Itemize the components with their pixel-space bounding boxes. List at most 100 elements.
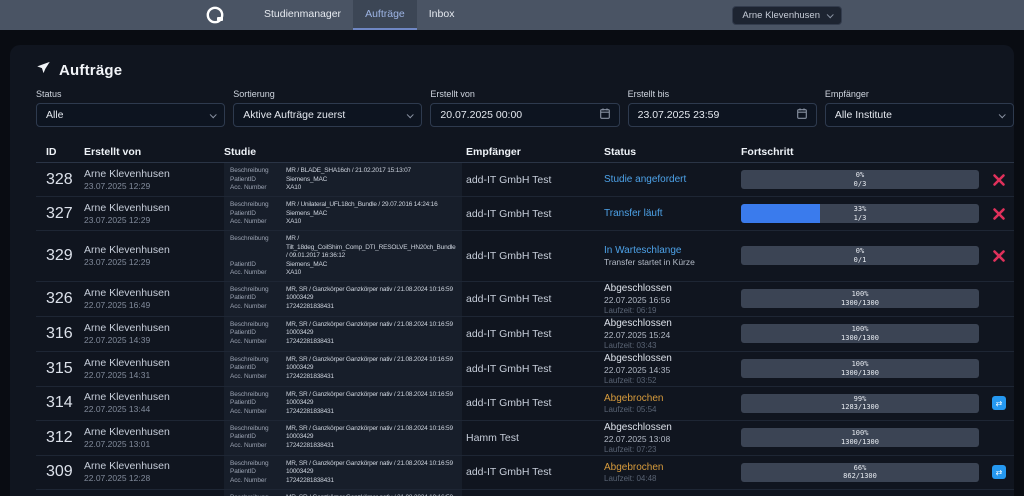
recipient: add-IT GmbH Test (462, 397, 604, 409)
progress-count: 0/3 (854, 180, 867, 189)
sort-select[interactable]: Aktive Aufträge zuerst (233, 103, 422, 127)
status-date: 22.07.2025 13:08 (604, 434, 741, 445)
table-row: 315 Arne Klevenhusen 22.07.2025 14:31 Be… (36, 352, 1014, 387)
progress-count: 1300/1300 (841, 438, 879, 447)
progress-cell: 100% 1300/1300 (741, 289, 984, 308)
filter-sortierung-label: Sortierung (233, 89, 422, 99)
creator-cell: Arne Klevenhusen 22.07.2025 14:39 (84, 322, 224, 346)
progress-bar: 33% 1/3 (741, 204, 979, 223)
progress-count: 1/3 (854, 214, 867, 223)
status-runtime: Laufzeit: 03:52 (604, 376, 741, 386)
creator-name: Arne Klevenhusen (84, 202, 224, 215)
chevron-down-icon (210, 111, 217, 118)
progress-cell: 0% 0/3 (741, 170, 984, 189)
study-acc-value: 17242281838431 (286, 303, 456, 312)
study-description-label: Beschreibung (230, 356, 282, 365)
progress-cell: 100% 1300/1300 (741, 324, 984, 343)
tab-auftraege[interactable]: Aufträge (353, 0, 417, 30)
cancel-button[interactable] (992, 207, 1006, 221)
study-acc-value: 17242281838431 (286, 442, 456, 451)
user-menu-button[interactable]: Arne Klevenhusen (732, 6, 842, 25)
recipient-select[interactable]: Alle Institute (825, 103, 1014, 127)
study-cell: Beschreibung MR, SR / Ganzkörper Ganzkör… (224, 317, 462, 351)
col-fortschritt: Fortschritt (741, 146, 984, 158)
study-description-value: MR, SR / Ganzkörper Ganzkörper nativ / 2… (286, 460, 456, 469)
status-cell: In Warteschlange Transfer startet in Kür… (604, 244, 741, 268)
calendar-icon (797, 108, 807, 122)
retry-button[interactable]: ⇄ (992, 465, 1006, 479)
creator-name: Arne Klevenhusen (84, 322, 224, 335)
filter-status: Status Alle (36, 89, 225, 127)
status-cell: Studie angefordert (604, 173, 741, 186)
progress-bar: 99% 1283/1300 (741, 394, 979, 413)
cancel-button[interactable] (992, 173, 1006, 187)
progress-count: 1300/1300 (841, 334, 879, 343)
creator-date: 22.07.2025 13:44 (84, 404, 224, 415)
table-body: 328 Arne Klevenhusen 23.07.2025 12:29 Be… (36, 163, 1014, 496)
tab-studienmanager[interactable]: Studienmanager (252, 0, 353, 30)
table-row: 329 Arne Klevenhusen 23.07.2025 12:29 Be… (36, 231, 1014, 282)
created-to-input[interactable]: 23.07.2025 23:59 (628, 103, 817, 127)
nav-tabs: Studienmanager Aufträge Inbox (252, 0, 466, 30)
app-logo-icon[interactable] (204, 4, 226, 26)
status-cell: Transfer läuft (604, 207, 741, 220)
filter-erstellt-von-label: Erstellt von (430, 89, 619, 99)
status-date: 22.07.2025 14:35 (604, 365, 741, 376)
progress-bar: 100% 1300/1300 (741, 428, 979, 447)
status-runtime: Laufzeit: 04:48 (604, 474, 741, 484)
creator-cell: Arne Klevenhusen 23.07.2025 12:29 (84, 168, 224, 192)
filter-bar: Status Alle Sortierung Aktive Aufträge z… (36, 89, 1014, 127)
study-patient-label: PatientID (230, 468, 282, 477)
study-description-label: Beschreibung (230, 321, 282, 330)
creator-cell: Arne Klevenhusen 22.07.2025 16:49 (84, 287, 224, 311)
progress-cell: 100% 1300/1300 (741, 428, 984, 447)
row-id: 314 (36, 394, 84, 412)
creator-name: Arne Klevenhusen (84, 460, 224, 473)
progress-percent: 66% (854, 464, 867, 473)
study-cell: Beschreibung MR / Unilateral_UFL18ch_Bun… (224, 197, 462, 230)
creator-cell: Arne Klevenhusen 22.07.2025 13:01 (84, 426, 224, 450)
recipient: add-IT GmbH Test (462, 208, 604, 220)
row-id: 326 (36, 290, 84, 308)
study-cell: Beschreibung MR / BLADE_SHA16ch / 21.02.… (224, 163, 462, 196)
progress-cell: 0% 0/1 (741, 246, 984, 265)
study-description-label: Beschreibung (230, 201, 282, 210)
col-id: ID (36, 146, 84, 158)
status-cell: Abgeschlossen 22.07.2025 16:56 Laufzeit:… (604, 282, 741, 316)
study-description-value: MR, SR / Ganzkörper Ganzkörper nativ / 2… (286, 425, 456, 434)
progress-count: 1300/1300 (841, 299, 879, 308)
study-patient-value: Siemens_MAC (286, 261, 456, 270)
creator-name: Arne Klevenhusen (84, 357, 224, 370)
recipient: add-IT GmbH Test (462, 363, 604, 375)
study-description-label: Beschreibung (230, 425, 282, 434)
col-status: Status (604, 146, 741, 158)
progress-percent: 33% (854, 205, 867, 214)
status-select[interactable]: Alle (36, 103, 225, 127)
creator-name: Arne Klevenhusen (84, 244, 224, 257)
study-patient-label: PatientID (230, 364, 282, 373)
table-row: 327 Arne Klevenhusen 23.07.2025 12:29 Be… (36, 197, 1014, 231)
progress-bar: 66% 862/1300 (741, 463, 979, 482)
creator-name: Arne Klevenhusen (84, 287, 224, 300)
study-cell: Beschreibung MR, SR / Ganzkörper Ganzkör… (224, 490, 462, 496)
study-acc-value: 17242281838431 (286, 408, 456, 417)
study-patient-value: 10003429 (286, 364, 456, 373)
table-row: 312 Arne Klevenhusen 22.07.2025 13:01 Be… (36, 421, 1014, 456)
status-label: Abgeschlossen (604, 317, 741, 330)
creator-date: 23.07.2025 12:29 (84, 257, 224, 268)
creator-cell: Arne Klevenhusen 22.07.2025 14:31 (84, 357, 224, 381)
study-patient-label: PatientID (230, 433, 282, 442)
created-from-input[interactable]: 20.07.2025 00:00 (430, 103, 619, 127)
cancel-button[interactable] (992, 249, 1006, 263)
creator-cell: Arne Klevenhusen 23.07.2025 12:29 (84, 244, 224, 268)
retry-button[interactable]: ⇄ (992, 396, 1006, 410)
study-acc-label: Acc. Number (230, 408, 282, 417)
col-empfaenger: Empfänger (462, 146, 604, 158)
study-description-label: Beschreibung (230, 167, 282, 176)
page-title-row: Aufträge (36, 59, 1014, 81)
status-cell: Abgeschlossen 22.07.2025 13:08 Laufzeit:… (604, 421, 741, 455)
progress-bar: 100% 1300/1300 (741, 359, 979, 378)
progress-bar: 100% 1300/1300 (741, 324, 979, 343)
tab-inbox[interactable]: Inbox (417, 0, 467, 30)
study-patient-label: PatientID (230, 294, 282, 303)
